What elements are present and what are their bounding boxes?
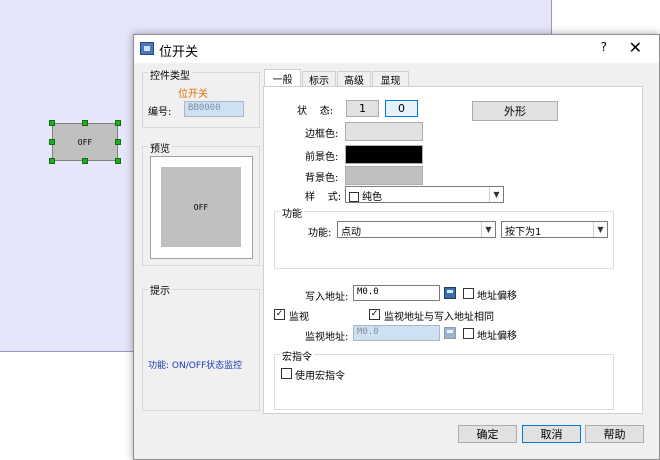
state-label: 状 态: xyxy=(297,106,334,117)
tab-advanced[interactable]: 高级 xyxy=(337,71,371,87)
resize-handle-nw[interactable] xyxy=(49,120,55,126)
fg-color-label: 前景色: xyxy=(305,152,339,163)
function-label: 功能: xyxy=(308,228,332,239)
use-macro-checkbox[interactable] xyxy=(281,368,292,379)
ok-button[interactable]: 确定 xyxy=(458,425,517,443)
address-picker-icon[interactable] xyxy=(444,287,456,299)
shape-button[interactable]: 外形 xyxy=(472,101,558,121)
monitor-same-checkbox[interactable]: ✓ xyxy=(369,309,380,320)
resize-handle-ne[interactable] xyxy=(115,120,121,126)
border-color-label: 边框色: xyxy=(305,129,339,140)
help-icon[interactable]: ? xyxy=(601,40,607,54)
help-button[interactable]: 帮助 xyxy=(585,425,644,443)
id-label: 编号: xyxy=(148,107,172,118)
dialog-title: 位开关 xyxy=(159,45,199,60)
fg-color-swatch[interactable] xyxy=(345,145,423,164)
resize-handle-w[interactable] xyxy=(49,139,55,145)
monitor-offset-checkbox[interactable] xyxy=(463,328,474,339)
tab-content-general: 状 态: 1 0 外形 边框色: 前景色: 背景色: 样 式: 纯色 ▼ 功能 … xyxy=(263,86,643,414)
press-mode-select[interactable]: 按下为1 ▼ xyxy=(501,221,608,238)
function-select[interactable]: 点动 ▼ xyxy=(337,221,496,238)
preview-title: 预览 xyxy=(148,140,172,155)
monitor-checkbox[interactable]: ✓ xyxy=(274,309,285,320)
monitor-address-input[interactable]: M0.0 xyxy=(353,325,440,341)
address-picker-icon[interactable] xyxy=(444,327,456,339)
resize-handle-sw[interactable] xyxy=(49,158,55,164)
bg-color-label: 背景色: xyxy=(305,173,339,184)
press-mode-value: 按下为1 xyxy=(505,227,542,238)
function-value: 点动 xyxy=(341,227,361,238)
hint-title: 提示 xyxy=(148,282,172,297)
style-color-box xyxy=(349,192,359,202)
style-select[interactable]: 纯色 ▼ xyxy=(345,186,504,203)
preview-widget: OFF xyxy=(161,167,241,247)
chevron-down-icon: ▼ xyxy=(481,222,495,237)
monitor-offset-label: 地址偏移 xyxy=(477,331,517,342)
bg-color-swatch[interactable] xyxy=(345,166,423,185)
bit-switch-dialog: 位开关 ? ✕ 控件类型 位开关 编号: BB0000 预览 OFF 提示 功能… xyxy=(133,34,660,460)
resize-handle-se[interactable] xyxy=(115,158,121,164)
monitor-address-label: 监视地址: xyxy=(305,332,349,343)
use-macro-label: 使用宏指令 xyxy=(295,371,345,382)
write-address-input[interactable]: M0.0 xyxy=(353,285,440,301)
monitor-label: 监视 xyxy=(289,312,309,323)
monitor-same-label: 监视地址与写入地址相同 xyxy=(384,312,494,323)
border-color-swatch[interactable] xyxy=(345,122,423,141)
function-group-title: 功能 xyxy=(280,205,304,220)
write-address-label: 写入地址: xyxy=(305,292,349,303)
widget-label: OFF xyxy=(77,137,93,147)
style-label: 样 式: xyxy=(305,192,342,203)
id-field[interactable]: BB0000 xyxy=(184,101,244,117)
hint-text: 功能: ON/OFF状态监控 xyxy=(148,361,243,371)
chevron-down-icon: ▼ xyxy=(593,222,607,237)
resize-handle-n[interactable] xyxy=(82,120,88,126)
function-group xyxy=(274,211,614,269)
macro-group-title: 宏指令 xyxy=(280,348,314,363)
app-icon xyxy=(140,42,154,55)
bit-switch-widget[interactable]: OFF xyxy=(52,123,118,161)
style-value: 纯色 xyxy=(362,192,382,203)
tab-display[interactable]: 显现 xyxy=(372,71,409,87)
control-type-title: 控件类型 xyxy=(148,67,192,82)
preview-label: OFF xyxy=(193,202,209,212)
tab-label[interactable]: 标示 xyxy=(302,71,336,87)
write-offset-label: 地址偏移 xyxy=(477,291,517,302)
state-0-button[interactable]: 0 xyxy=(385,100,418,117)
close-icon[interactable]: ✕ xyxy=(629,38,642,57)
chevron-down-icon: ▼ xyxy=(489,187,503,202)
resize-handle-s[interactable] xyxy=(82,158,88,164)
macro-group xyxy=(274,354,614,410)
cancel-button[interactable]: 取消 xyxy=(522,425,581,443)
tab-general[interactable]: 一般 xyxy=(264,69,301,87)
resize-handle-e[interactable] xyxy=(115,139,121,145)
dialog-titlebar[interactable]: 位开关 ? ✕ xyxy=(134,35,659,63)
hint-group xyxy=(142,289,260,411)
control-type-value: 位开关 xyxy=(178,89,208,100)
state-1-button[interactable]: 1 xyxy=(346,100,379,117)
write-offset-checkbox[interactable] xyxy=(463,288,474,299)
